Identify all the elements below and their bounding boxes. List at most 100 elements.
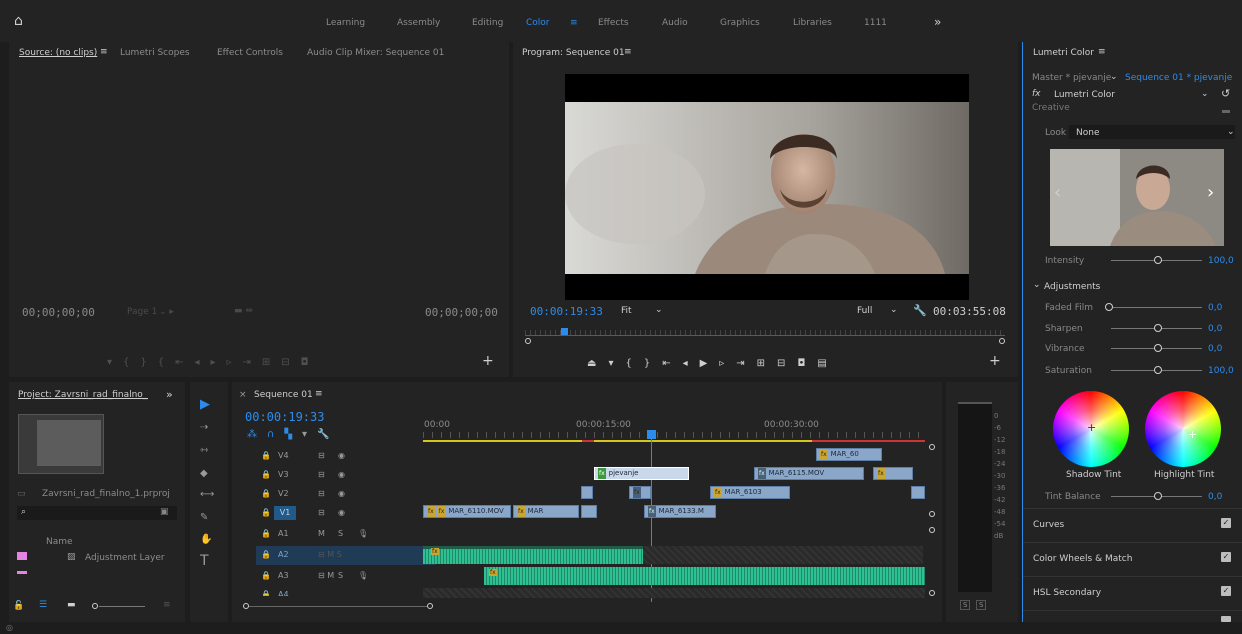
razor-tool-icon[interactable]: ◆: [200, 469, 208, 479]
faded-film-knob[interactable]: [1105, 303, 1113, 311]
effect-select[interactable]: Lumetri Color: [1054, 90, 1115, 100]
tab-graphics[interactable]: Graphics: [720, 18, 760, 28]
track-header-v1[interactable]: 🔒 V1 ⊟ ◉: [256, 504, 436, 523]
menu-icon[interactable]: ≡: [315, 389, 323, 399]
color-wheels-checkbox[interactable]: ✓: [1221, 552, 1231, 562]
program-playhead[interactable]: [561, 328, 568, 335]
track-header-v2[interactable]: 🔒 V2 ⊟ ◉: [256, 485, 436, 504]
tint-balance-knob[interactable]: [1154, 492, 1162, 500]
hsl-secondary-section-header[interactable]: HSL Secondary: [1033, 588, 1101, 598]
vibrance-value[interactable]: 0,0: [1208, 344, 1222, 354]
wrench-icon[interactable]: 🔧: [913, 304, 927, 317]
clip-v1-small[interactable]: [581, 505, 597, 518]
hsl-secondary-checkbox[interactable]: ✓: [1221, 586, 1231, 596]
sequence-clip-label[interactable]: Sequence 01 * pjevanje: [1125, 73, 1232, 83]
track-select-tool-icon[interactable]: ⇢: [200, 423, 208, 433]
vignette-checkbox[interactable]: [1221, 616, 1231, 622]
creative-section-header[interactable]: Creative: [1032, 103, 1070, 110]
menu-icon[interactable]: ≡: [570, 18, 578, 28]
tab-color[interactable]: Color: [526, 18, 550, 28]
next-look-icon[interactable]: ›: [1207, 182, 1214, 203]
track-header-a1[interactable]: 🔒 A1 M S 🎙: [256, 525, 436, 544]
more-panels-icon[interactable]: »: [166, 388, 173, 401]
clip-v2-end[interactable]: [911, 486, 925, 499]
saturation-knob[interactable]: [1154, 366, 1162, 374]
color-wheels-section-header[interactable]: Color Wheels & Match: [1033, 554, 1132, 564]
timeline-toolbar[interactable]: ⁂∩▚▾🔧: [247, 429, 340, 440]
icon-view-icon[interactable]: ▬: [67, 600, 76, 610]
clip-mar60[interactable]: fx MAR_60: [816, 448, 882, 461]
track-header-a4[interactable]: 🔒 A4: [256, 586, 436, 596]
sharpen-knob[interactable]: [1154, 324, 1162, 332]
timeline-timecode[interactable]: 00:00:19:33: [245, 410, 324, 424]
menu-icon[interactable]: ≡: [100, 47, 108, 57]
h-scroll-right[interactable]: [427, 603, 433, 609]
menu-icon[interactable]: ≡: [1098, 47, 1106, 57]
tab-editing[interactable]: Editing: [472, 18, 503, 28]
scroll-handle-v[interactable]: [929, 444, 935, 450]
more-workspaces-icon[interactable]: »: [934, 15, 941, 29]
scroll-handle-a[interactable]: [929, 527, 935, 533]
slip-tool-icon[interactable]: ⟷: [200, 490, 214, 500]
lock-icon[interactable]: 🔓: [13, 601, 24, 611]
faded-film-value[interactable]: 0,0: [1208, 303, 1222, 313]
clip-v2-small-2[interactable]: fx: [629, 486, 651, 499]
chevron-down-icon[interactable]: ⌄: [655, 305, 663, 315]
settings-icon[interactable]: ▬ ⇹: [234, 306, 253, 316]
clip-mar6110[interactable]: fx fx MAR_6110.MOV: [423, 505, 511, 518]
tab-effect-controls[interactable]: Effect Controls: [217, 48, 283, 58]
chevron-down-icon[interactable]: ⌄: [890, 305, 898, 315]
tab-lumetri-scopes[interactable]: Lumetri Scopes: [120, 48, 190, 58]
add-button[interactable]: +: [482, 353, 494, 369]
saturation-value[interactable]: 100,0: [1208, 366, 1234, 376]
track-header-v3[interactable]: 🔒 V3 ⊟ ◉: [256, 466, 436, 485]
intensity-value[interactable]: 100,0: [1208, 256, 1234, 266]
ripple-edit-tool-icon[interactable]: ⇿: [200, 446, 208, 456]
tab-assembly[interactable]: Assembly: [397, 18, 440, 28]
clip-v3-extra[interactable]: fx: [873, 467, 913, 480]
type-tool-icon[interactable]: T: [200, 554, 209, 568]
solo-left-button[interactable]: S: [960, 600, 971, 610]
chevron-down-icon[interactable]: ⌄: [1110, 72, 1118, 82]
tab-sequence-01[interactable]: Sequence 01: [254, 390, 313, 400]
solo-right-button[interactable]: S: [976, 600, 987, 610]
previous-look-icon[interactable]: ‹: [1054, 182, 1061, 203]
source-transport-controls[interactable]: ▾{}{⇤◂▸▹⇥⊞⊟◘: [107, 357, 320, 368]
zoom-handle-right[interactable]: [999, 338, 1005, 344]
adjustments-section-header[interactable]: Adjustments: [1044, 282, 1100, 292]
curves-checkbox[interactable]: ✓: [1221, 518, 1231, 528]
program-monitor-title[interactable]: Program: Sequence 01: [522, 48, 625, 58]
program-timecode[interactable]: 00:00:19:33: [530, 305, 603, 318]
tint-balance-value[interactable]: 0,0: [1208, 492, 1222, 502]
clip-mar[interactable]: fx MAR: [513, 505, 579, 518]
crosshair-icon[interactable]: +: [1188, 428, 1197, 441]
page-select[interactable]: Page 1: [127, 307, 157, 317]
tab-audio-clip-mixer[interactable]: Audio Clip Mixer: Sequence 01: [307, 48, 444, 58]
tab-source[interactable]: Source: (no clips): [19, 48, 97, 58]
time-ruler[interactable]: [423, 432, 925, 438]
column-name-header[interactable]: Name: [46, 537, 73, 547]
home-icon[interactable]: ⌂: [14, 13, 23, 29]
close-icon[interactable]: ×: [239, 390, 247, 400]
vibrance-knob[interactable]: [1154, 344, 1162, 352]
track-header-a2[interactable]: 🔒 A2 ⊟ M S: [256, 546, 436, 565]
menu-icon[interactable]: ≡: [624, 47, 632, 57]
clip-mar6133[interactable]: fx MAR_6133.M: [644, 505, 716, 518]
chevron-down-icon[interactable]: ⌄: [1033, 280, 1041, 290]
quality-dropdown[interactable]: Full: [857, 306, 872, 316]
audio-clip-a2[interactable]: [423, 546, 643, 564]
track-header-v4[interactable]: 🔒 V4 ⊟ ◉: [256, 447, 436, 466]
source-timecode[interactable]: 00;00;00;00: [22, 306, 95, 319]
zoom-handle-left[interactable]: [525, 338, 531, 344]
program-transport-controls[interactable]: ⏏▾{}⇤◂▶▹⇥⊞⊟◘▤: [587, 358, 839, 369]
project-item-adjustment-layer[interactable]: Adjustment Layer: [85, 553, 165, 563]
clip-mar6103[interactable]: fx MAR_6103: [710, 486, 790, 499]
tab-effects[interactable]: Effects: [598, 18, 629, 28]
panel-menu-icon[interactable]: ≡: [163, 600, 171, 610]
timeline-playhead[interactable]: [647, 430, 656, 439]
hand-tool-icon[interactable]: ✋: [200, 535, 212, 545]
reset-icon[interactable]: ↺: [1221, 87, 1230, 100]
project-search-input[interactable]: [17, 506, 177, 520]
faded-film-slider[interactable]: [1113, 307, 1202, 308]
selection-tool-icon[interactable]: ▶: [200, 398, 210, 411]
